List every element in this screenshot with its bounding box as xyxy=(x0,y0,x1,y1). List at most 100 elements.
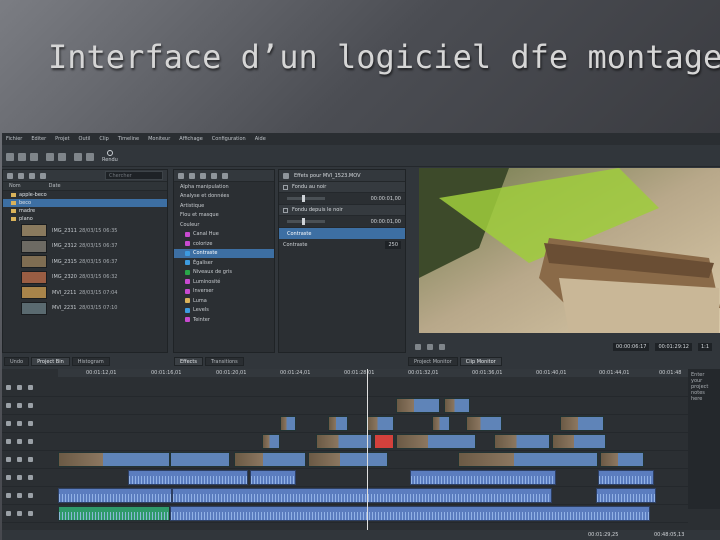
star-icon[interactable] xyxy=(222,172,228,179)
rewind-icon[interactable] xyxy=(415,344,421,350)
effect-fade-to-black[interactable]: Fondu au noir xyxy=(279,182,405,193)
audio-clip[interactable] xyxy=(170,506,650,521)
mute-icon[interactable] xyxy=(17,385,22,390)
track-header[interactable] xyxy=(2,487,58,505)
clip-item[interactable]: IMG_2320 28/03/15 06:32 xyxy=(3,270,167,286)
effect-category[interactable]: Artistique xyxy=(174,201,274,211)
bin-search-input[interactable]: Chercher xyxy=(105,171,163,180)
tab-effects[interactable]: Effects xyxy=(174,357,203,366)
lock-icon[interactable] xyxy=(6,421,11,426)
track-header[interactable] xyxy=(2,451,58,469)
project-notes[interactable]: Enter your project notes here xyxy=(688,369,720,509)
view-icon[interactable] xyxy=(7,172,13,179)
mute-icon[interactable] xyxy=(17,511,22,516)
audio-clip[interactable] xyxy=(172,488,552,503)
tab-clip-monitor[interactable]: Clip Monitor xyxy=(459,357,502,366)
col-name[interactable]: Nom xyxy=(9,183,21,189)
clip-item[interactable]: MVI_2231 28/03/15 07:10 xyxy=(3,301,167,317)
selected-clip[interactable] xyxy=(374,434,394,449)
duration-slider[interactable] xyxy=(287,218,325,225)
effect-item[interactable]: Teinter xyxy=(174,315,274,325)
timeline-clip[interactable] xyxy=(58,452,170,467)
timeline-clip[interactable] xyxy=(600,452,644,467)
timeline-clip[interactable] xyxy=(262,434,280,449)
menu-settings[interactable]: Configuration xyxy=(212,136,246,142)
effect-item[interactable]: colorize xyxy=(174,239,274,249)
hide-icon[interactable] xyxy=(28,439,33,444)
track-header[interactable] xyxy=(2,433,58,451)
tab-project-bin[interactable]: Project Bin xyxy=(31,357,70,366)
effect-category[interactable]: Flou et masque xyxy=(174,211,274,221)
timeline-clip[interactable] xyxy=(466,416,502,431)
timeline-clip[interactable] xyxy=(280,416,296,431)
lock-icon[interactable] xyxy=(6,403,11,408)
new-icon[interactable] xyxy=(6,153,14,161)
enable-checkbox[interactable] xyxy=(283,184,288,190)
track-header[interactable] xyxy=(2,469,58,487)
hide-icon[interactable] xyxy=(28,475,33,480)
mute-icon[interactable] xyxy=(17,439,22,444)
effect-item[interactable]: Luma xyxy=(174,296,274,306)
zoom-level[interactable]: 1:1 xyxy=(697,343,712,351)
contrast-value-input[interactable]: 250 xyxy=(385,241,401,249)
menu-file[interactable]: Fichier xyxy=(6,136,22,142)
folder-icon[interactable] xyxy=(29,172,35,179)
timeline-ruler[interactable]: 00:01:12,01 00:01:16,01 00:01:20,01 00:0… xyxy=(58,369,688,377)
video-monitor[interactable] xyxy=(419,168,720,333)
effect-item[interactable]: Levels xyxy=(174,306,274,316)
timeline-clip[interactable] xyxy=(396,398,440,413)
open-icon[interactable] xyxy=(18,153,26,161)
folder-item[interactable]: apple-beco xyxy=(3,191,167,199)
tab-transitions[interactable]: Transitions xyxy=(205,357,244,366)
effect-item[interactable]: Égaliser xyxy=(174,258,274,268)
hide-icon[interactable] xyxy=(28,403,33,408)
track-header[interactable] xyxy=(2,505,58,523)
hide-icon[interactable] xyxy=(28,511,33,516)
timeline-clip[interactable] xyxy=(458,452,598,467)
timeline-clip[interactable] xyxy=(432,416,450,431)
menu-project[interactable]: Projet xyxy=(55,136,69,142)
effect-category[interactable]: Analyse et données xyxy=(174,192,274,202)
timeline-clip[interactable] xyxy=(494,434,550,449)
effect-item[interactable]: Niveaux de gris xyxy=(174,268,274,278)
menu-clip[interactable]: Clip xyxy=(99,136,108,142)
timeline-clip[interactable] xyxy=(170,452,230,467)
play-icon[interactable] xyxy=(427,344,433,350)
hide-icon[interactable] xyxy=(28,385,33,390)
menu-view[interactable]: Affichage xyxy=(179,136,203,142)
timeline-clip[interactable] xyxy=(328,416,348,431)
audio-clip[interactable] xyxy=(58,488,172,503)
effect-fade-from-black[interactable]: Fondu depuis le noir xyxy=(279,205,405,216)
effect-category[interactable]: Alpha manipulation xyxy=(174,182,274,192)
mute-icon[interactable] xyxy=(17,475,22,480)
timeline-clip[interactable] xyxy=(444,398,470,413)
effect-contrast[interactable]: Contraste xyxy=(279,228,405,239)
folder-item[interactable]: plano xyxy=(3,215,167,223)
effect-category[interactable]: Couleur xyxy=(174,220,274,230)
lock-icon[interactable] xyxy=(6,457,11,462)
audio-clip[interactable] xyxy=(598,470,654,485)
audio-clip[interactable] xyxy=(250,470,296,485)
menu-monitor[interactable]: Moniteur xyxy=(148,136,170,142)
clip-item[interactable]: IMG_2315 28/03/15 06:37 xyxy=(3,254,167,270)
clip-item[interactable]: IMG_2312 28/03/15 06:37 xyxy=(3,239,167,255)
cut-icon[interactable] xyxy=(74,153,82,161)
copy-icon[interactable] xyxy=(86,153,94,161)
custom-icon[interactable] xyxy=(211,172,217,179)
undo-icon[interactable] xyxy=(46,153,54,161)
menu-help[interactable]: Aide xyxy=(255,136,266,142)
current-timecode[interactable]: 00:01:29:12 xyxy=(655,343,692,351)
timeline-clip[interactable] xyxy=(366,416,394,431)
effect-item[interactable]: Inverser xyxy=(174,287,274,297)
duration-timecode[interactable]: 00:00:01,00 xyxy=(371,196,401,202)
folder-item[interactable]: beco xyxy=(3,199,167,207)
timeline-clip[interactable] xyxy=(552,434,606,449)
hide-icon[interactable] xyxy=(28,421,33,426)
timeline-clip[interactable] xyxy=(316,434,372,449)
redo-icon[interactable] xyxy=(58,153,66,161)
menu-icon[interactable] xyxy=(40,172,46,179)
hide-icon[interactable] xyxy=(28,493,33,498)
menu-edit[interactable]: Editer xyxy=(31,136,46,142)
timeline-clip[interactable] xyxy=(308,452,388,467)
lock-icon[interactable] xyxy=(6,511,11,516)
